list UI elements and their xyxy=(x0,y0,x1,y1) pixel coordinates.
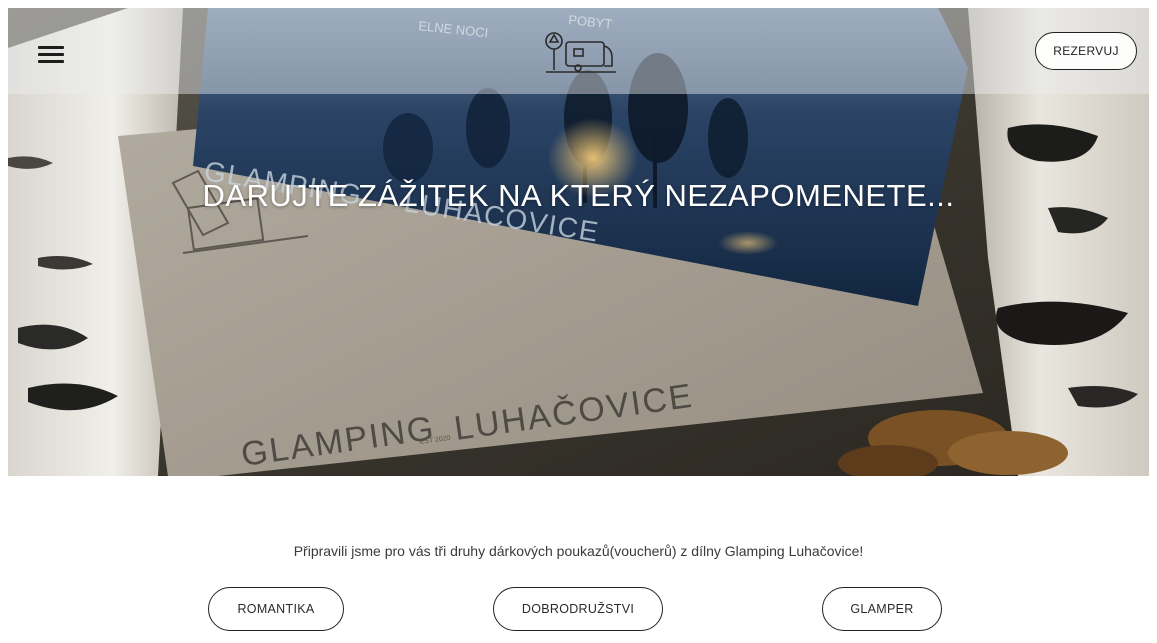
voucher-glamper-button[interactable]: GLAMPER xyxy=(822,587,942,631)
top-navigation-bar: REZERVUJ xyxy=(8,8,1149,94)
page: GLAMPING EST 2020 LUHAČOVICE GLAMPING LU… xyxy=(0,0,1157,643)
hero-title: DARUJTE ZÁŽITEK NA KTERÝ NEZAPOMENETE... xyxy=(202,178,955,213)
hamburger-menu-icon[interactable] xyxy=(38,46,64,64)
intro-text: Připravili jsme pro vás tři druhy dárkov… xyxy=(293,543,864,559)
voucher-dobrodruzstvi-button[interactable]: DOBRODRUŽSTVI xyxy=(493,587,663,631)
tree-and-caravan-logo-icon[interactable] xyxy=(540,28,620,78)
reserve-button[interactable]: REZERVUJ xyxy=(1035,32,1137,70)
hero-banner: GLAMPING EST 2020 LUHAČOVICE GLAMPING LU… xyxy=(8,8,1149,476)
voucher-romantika-button[interactable]: ROMANTIKA xyxy=(208,587,344,631)
